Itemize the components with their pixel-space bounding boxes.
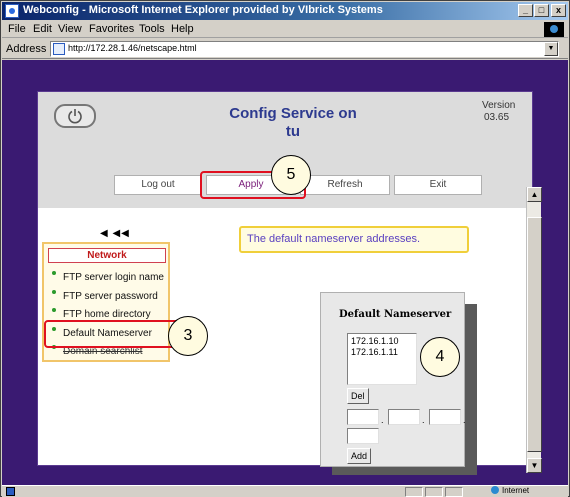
menu-help[interactable]: Help bbox=[171, 23, 194, 35]
version-label: Version bbox=[482, 100, 516, 111]
address-input[interactable]: http://172.28.1.46/netscape.html ▼ bbox=[50, 41, 559, 57]
scroll-thumb[interactable] bbox=[527, 217, 542, 452]
callout-5: 5 bbox=[271, 155, 311, 195]
vertical-scrollbar[interactable]: ▲ ▼ bbox=[526, 187, 542, 473]
menu-edit[interactable]: Edit bbox=[33, 23, 52, 35]
bullet-icon bbox=[52, 271, 56, 275]
minimize-button[interactable]: _ bbox=[518, 4, 533, 17]
browser-window: Webconfig - Microsoft Internet Explorer … bbox=[0, 0, 570, 497]
bullet-icon bbox=[52, 308, 56, 312]
del-button[interactable]: Del bbox=[347, 388, 369, 404]
page-title: Config Service on tu bbox=[193, 105, 393, 141]
menu-file[interactable]: File bbox=[8, 23, 26, 35]
config-header: Config Service on tu Version 03.65 Log o… bbox=[38, 92, 532, 208]
ip-octet-2[interactable] bbox=[388, 409, 420, 425]
menu-view[interactable]: View bbox=[58, 23, 82, 35]
nameserver-entry-2[interactable]: 172.16.1.11 bbox=[351, 347, 413, 358]
menu-link-ftp-password[interactable]: FTP server password bbox=[52, 290, 158, 302]
ip-dot: . bbox=[422, 415, 425, 425]
address-label: Address bbox=[6, 43, 47, 55]
refresh-button[interactable]: Refresh bbox=[300, 175, 390, 195]
nameserver-highlight bbox=[44, 320, 182, 348]
bullet-icon bbox=[52, 290, 56, 294]
page-viewport: Config Service on tu Version 03.65 Log o… bbox=[2, 60, 568, 485]
callout-4: 4 bbox=[420, 337, 460, 377]
nameserver-list[interactable]: 172.16.1.10 172.16.1.11 bbox=[347, 333, 417, 385]
menu-link-ftp-login[interactable]: FTP server login name bbox=[52, 271, 164, 283]
status-cell bbox=[445, 487, 463, 497]
add-button[interactable]: Add bbox=[347, 448, 372, 464]
close-button[interactable]: x bbox=[551, 4, 566, 17]
page-title-line2: tu bbox=[285, 123, 301, 140]
exit-button[interactable]: Exit bbox=[394, 175, 482, 195]
menu-favorites[interactable]: Favorites bbox=[89, 23, 134, 35]
globe-icon bbox=[491, 486, 499, 494]
ip-octet-4[interactable] bbox=[347, 428, 379, 444]
panel-shadow-bottom bbox=[332, 467, 477, 475]
info-message: The default nameserver addresses. bbox=[239, 226, 469, 253]
network-menu-header: Network bbox=[48, 248, 166, 263]
status-cell bbox=[425, 487, 443, 497]
ip-octet-3[interactable] bbox=[429, 409, 461, 425]
status-bar: Internet bbox=[2, 485, 568, 497]
ie-throbber-icon bbox=[544, 22, 564, 37]
logout-button[interactable]: Log out bbox=[114, 175, 202, 195]
title-bar: Webconfig - Microsoft Internet Explorer … bbox=[2, 2, 568, 20]
nameserver-panel: Default Nameserver 172.16.1.10 172.16.1.… bbox=[320, 292, 466, 467]
scroll-down-icon[interactable]: ▼ bbox=[527, 458, 542, 473]
menu-link-ftp-home[interactable]: FTP home directory bbox=[52, 308, 151, 320]
page-title-line1: Config Service on bbox=[229, 105, 357, 122]
menu-tools[interactable]: Tools bbox=[139, 23, 165, 35]
nameserver-title: Default Nameserver bbox=[339, 309, 452, 320]
config-panel: Config Service on tu Version 03.65 Log o… bbox=[37, 91, 533, 475]
window-title: Webconfig - Microsoft Internet Explorer … bbox=[23, 4, 383, 16]
page-status-icon bbox=[6, 487, 15, 496]
page-icon bbox=[53, 43, 65, 55]
callout-3: 3 bbox=[168, 316, 208, 356]
ip-dot: . bbox=[381, 415, 384, 425]
ip-octet-1[interactable] bbox=[347, 409, 379, 425]
menu-bar: File Edit View Favorites Tools Help bbox=[2, 21, 568, 38]
address-dropdown-icon[interactable]: ▼ bbox=[544, 42, 558, 56]
ie-app-icon bbox=[5, 4, 19, 18]
maximize-button[interactable]: □ bbox=[534, 4, 549, 17]
nameserver-entry-1[interactable]: 172.16.1.10 bbox=[351, 336, 413, 347]
address-bar: Address http://172.28.1.46/netscape.html… bbox=[2, 39, 568, 59]
back-arrows-icon[interactable]: ◀ ◀◀ bbox=[100, 228, 130, 239]
status-cell bbox=[405, 487, 423, 497]
address-url[interactable]: http://172.28.1.46/netscape.html bbox=[68, 43, 197, 53]
scroll-up-icon[interactable]: ▲ bbox=[527, 187, 542, 202]
security-zone: Internet bbox=[491, 486, 529, 495]
power-icon bbox=[68, 109, 82, 124]
version-value: 03.65 bbox=[484, 112, 510, 123]
panel-shadow-right bbox=[465, 304, 477, 475]
ip-dot: . bbox=[463, 415, 466, 425]
power-button[interactable] bbox=[54, 104, 96, 128]
